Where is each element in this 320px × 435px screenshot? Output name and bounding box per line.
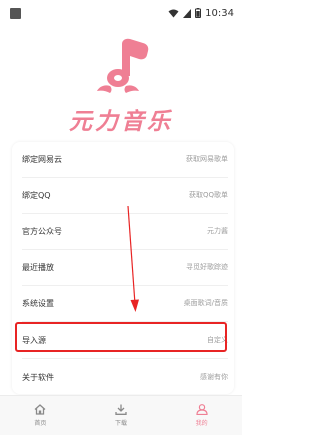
nav-download[interactable]: 下载 bbox=[91, 404, 151, 427]
menu-item-recent-play[interactable]: 最近播放 寻觅好歌踪迹 bbox=[22, 250, 228, 284]
bottom-navigation: 首页 下载 我的 bbox=[0, 395, 242, 435]
notification-icon bbox=[10, 7, 21, 19]
menu-item-value: 元力酱 bbox=[207, 227, 228, 235]
menu-item-value: 获取QQ歌单 bbox=[188, 191, 228, 199]
menu-item-system-settings[interactable]: 系统设置 桌面歌词/音质 bbox=[22, 286, 228, 320]
nav-home[interactable]: 首页 bbox=[10, 404, 70, 427]
nav-profile[interactable]: 我的 bbox=[172, 404, 232, 427]
menu-item-bind-qq[interactable]: 绑定QQ 获取QQ歌单 bbox=[22, 178, 228, 212]
home-icon bbox=[34, 404, 46, 415]
menu-item-label: 关于软件 bbox=[22, 372, 54, 382]
app-logo: 元力音乐 bbox=[0, 26, 242, 140]
download-icon bbox=[115, 404, 127, 415]
nav-profile-label: 我的 bbox=[195, 420, 208, 427]
menu-item-label: 官方公众号 bbox=[22, 226, 62, 236]
menu-item-label: 绑定网易云 bbox=[22, 154, 62, 164]
menu-item-label: 绑定QQ bbox=[22, 190, 51, 200]
app-title: 元力音乐 bbox=[69, 109, 173, 135]
menu-item-value: 获取网易歌单 bbox=[186, 155, 228, 163]
battery-icon bbox=[195, 8, 202, 18]
signal-icon bbox=[183, 8, 192, 18]
menu-divider bbox=[22, 358, 228, 359]
music-note-logo-icon bbox=[97, 38, 149, 93]
wifi-icon bbox=[168, 9, 179, 17]
menu-item-label: 系统设置 bbox=[22, 298, 54, 308]
settings-menu: 绑定网易云 获取网易歌单 绑定QQ 获取QQ歌单 官方公众号 元力酱 最近播放 … bbox=[12, 142, 234, 394]
menu-item-bind-netease[interactable]: 绑定网易云 获取网易歌单 bbox=[22, 142, 228, 176]
menu-item-value: 桌面歌词/音质 bbox=[183, 299, 228, 307]
menu-item-value: 感谢有你 bbox=[200, 373, 228, 381]
annotation-highlight-box bbox=[15, 322, 227, 352]
status-time: 10:34 bbox=[205, 7, 234, 19]
menu-item-official-account[interactable]: 官方公众号 元力酱 bbox=[22, 214, 228, 248]
status-bar: 10:34 bbox=[0, 0, 242, 26]
nav-download-label: 下载 bbox=[114, 420, 127, 427]
profile-icon bbox=[196, 404, 208, 415]
menu-item-value: 寻觅好歌踪迹 bbox=[186, 263, 228, 271]
nav-home-label: 首页 bbox=[34, 420, 47, 427]
menu-item-label: 最近播放 bbox=[22, 262, 54, 272]
menu-item-about[interactable]: 关于软件 感谢有你 bbox=[22, 360, 228, 394]
